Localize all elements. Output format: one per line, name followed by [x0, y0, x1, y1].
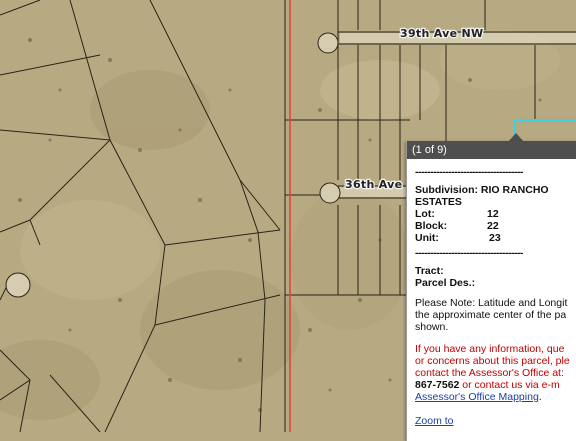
parcel-description-label: Parcel Des.:	[415, 277, 476, 289]
unit-row: Unit: 23	[415, 232, 576, 244]
contact-line: 867-7562 or contact us via e-m	[415, 379, 576, 391]
lot-label: Lot:	[415, 208, 435, 220]
popup-header: (1 of 9)	[407, 141, 576, 159]
contact-line: or concerns about this parcel, ple	[415, 355, 570, 367]
subdivision-label: Subdivision:	[415, 184, 478, 196]
block-label: Block:	[415, 220, 448, 232]
result-counter: (1 of 9)	[412, 144, 447, 156]
separator: ------------------------------------	[415, 166, 523, 178]
note-line: the approximate center of the pa	[415, 309, 567, 321]
zoom-to-link[interactable]: Zoom to	[415, 415, 454, 427]
cul-de-sac	[317, 32, 339, 54]
unit-label: Unit:	[415, 232, 439, 244]
coordinate-note: Please Note: Latitude and Longit the app…	[415, 297, 576, 333]
lot-value: 12	[487, 208, 499, 220]
block-row: Block: 22	[415, 220, 576, 232]
tract-label: Tract:	[415, 265, 444, 277]
phone-number: 867-7562	[415, 379, 460, 391]
note-line: shown.	[415, 321, 449, 333]
popup-body: ------------------------------------ Sub…	[407, 159, 576, 427]
road-label-39th-ave: 39th Ave NW	[400, 27, 483, 40]
block-value: 22	[487, 220, 499, 232]
mapping-link-line: Assessor's Office Mapping.	[415, 391, 576, 403]
contact-line: If you have any information, que	[415, 343, 565, 355]
contact-line: contact the Assessor's Office at:	[415, 367, 564, 379]
cul-de-sac	[319, 182, 341, 204]
assessor-mapping-link[interactable]: Assessor's Office Mapping	[415, 391, 539, 403]
lot-row: Lot: 12	[415, 208, 576, 220]
link-suffix: .	[538, 391, 542, 403]
note-line: Please Note: Latitude and Longit	[415, 297, 568, 309]
cul-de-sac	[5, 272, 31, 298]
separator: ------------------------------------	[415, 247, 523, 259]
contact-line-rest: or contact us via e-m	[459, 379, 560, 391]
unit-value: 23	[489, 232, 501, 244]
subdivision-row: Subdivision: RIO RANCHO ESTATES	[415, 184, 576, 208]
parcel-info-popup: (1 of 9) -------------------------------…	[406, 141, 576, 441]
contact-message: If you have any information, que or conc…	[415, 343, 576, 403]
